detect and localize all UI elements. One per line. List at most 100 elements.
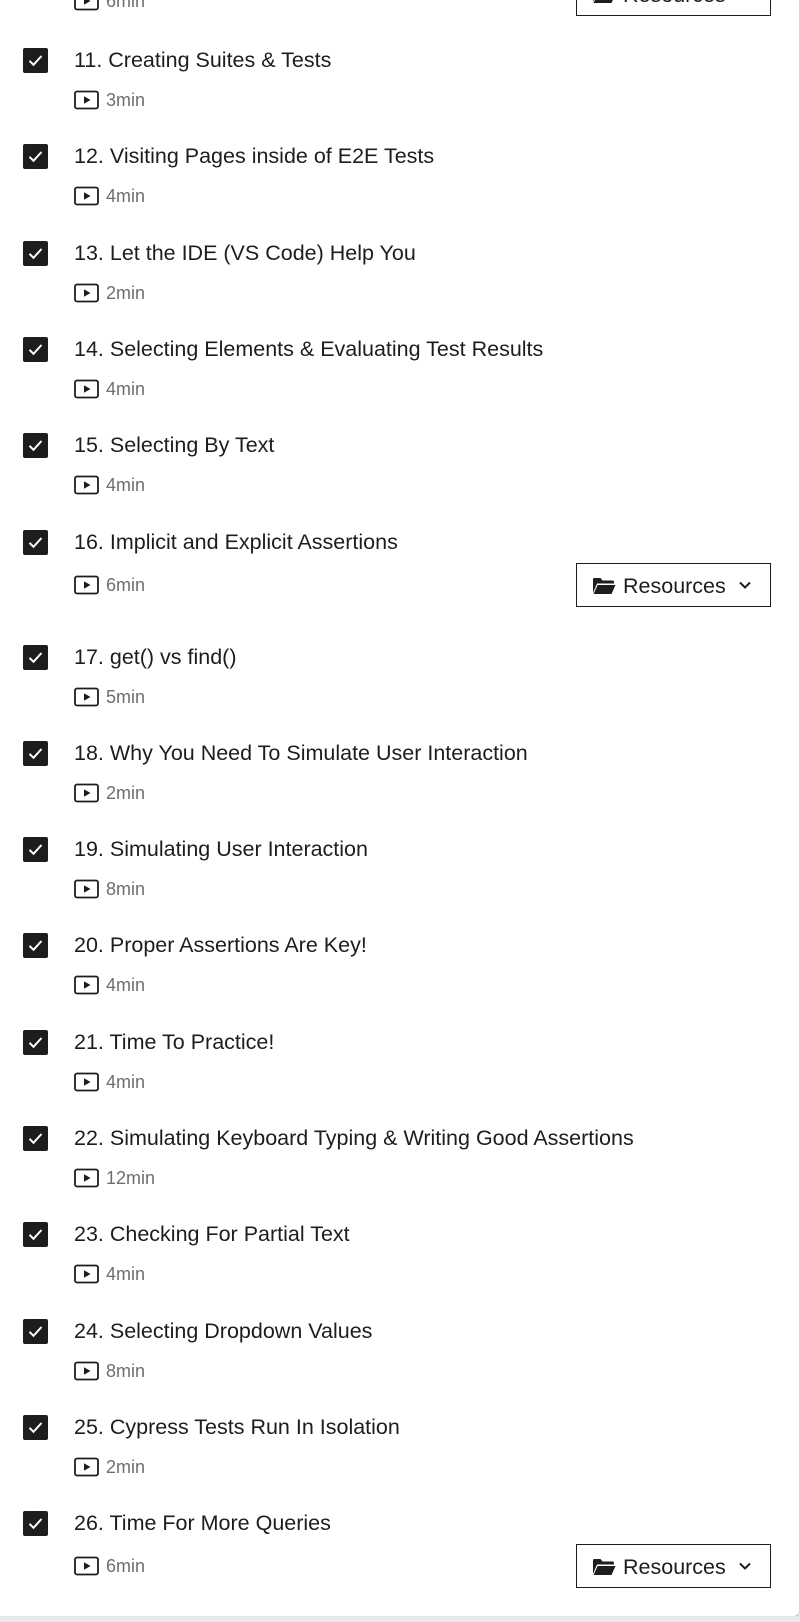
lecture-title[interactable]: 23. Checking For Partial Text xyxy=(74,1221,350,1247)
checkmark-icon xyxy=(28,536,43,548)
lecture-completed-checkbox[interactable] xyxy=(23,644,48,670)
checkmark-icon xyxy=(28,344,43,356)
resources-button[interactable]: Resources xyxy=(576,562,771,607)
course-content-page: 6min Resources 11. Creating Su xyxy=(0,0,800,1622)
lecture-title[interactable]: 20. Proper Assertions Are Key! xyxy=(74,932,367,958)
video-icon xyxy=(74,783,99,803)
video-icon xyxy=(74,475,99,495)
lecture-duration: 4min xyxy=(106,475,146,496)
lecture-completed-checkbox[interactable] xyxy=(23,336,48,362)
lecture-title[interactable]: 26. Time For More Queries xyxy=(74,1510,331,1536)
chevron-down-icon xyxy=(739,1562,751,1571)
lecture-completed-checkbox[interactable] xyxy=(23,1414,48,1440)
lecture-duration: 4min xyxy=(106,1264,146,1285)
checkmark-icon xyxy=(28,1422,43,1434)
lecture-completed-checkbox[interactable] xyxy=(23,1029,48,1055)
lecture-duration: 8min xyxy=(106,1360,146,1381)
video-icon xyxy=(74,186,99,206)
lecture-title[interactable]: 14. Selecting Elements & Evaluating Test… xyxy=(74,336,543,362)
lecture-item: 15. Selecting By Text 4min xyxy=(0,432,799,528)
lecture-duration: 3min xyxy=(106,90,146,110)
checkmark-icon xyxy=(28,1037,43,1048)
lecture-duration: 2min xyxy=(106,282,146,303)
resources-button[interactable]: Resources xyxy=(576,0,771,16)
video-icon xyxy=(74,1072,99,1092)
lecture-item: 21. Time To Practice! 4min xyxy=(0,1029,799,1125)
lecture-title[interactable]: 24. Selecting Dropdown Values xyxy=(74,1318,372,1344)
lecture-completed-checkbox[interactable] xyxy=(23,48,48,73)
lecture-item: 25. Cypress Tests Run In Isolation 2min xyxy=(0,1414,799,1510)
lecture-item: 22. Simulating Keyboard Typing & Writing… xyxy=(0,1125,799,1221)
lecture-title[interactable]: 21. Time To Practice! xyxy=(74,1029,274,1055)
checkmark-icon xyxy=(28,940,43,952)
lecture-title[interactable]: 12. Visiting Pages inside of E2E Tests xyxy=(74,143,434,169)
lecture-duration: 4min xyxy=(106,378,146,399)
lecture-completed-checkbox[interactable] xyxy=(23,933,48,959)
lecture-duration: 6min xyxy=(106,0,146,11)
video-icon xyxy=(74,687,99,706)
course-content-panel: 6min Resources 11. Creating Su xyxy=(0,0,800,1617)
resources-button-label: Resources xyxy=(623,573,726,598)
lecture-item: 20. Proper Assertions Are Key! 4min xyxy=(0,932,799,1028)
video-icon xyxy=(74,1168,99,1188)
checkmark-icon xyxy=(28,1518,43,1530)
lecture-title[interactable]: 19. Simulating User Interaction xyxy=(74,836,368,862)
video-icon xyxy=(74,379,99,399)
lecture-title[interactable]: 22. Simulating Keyboard Typing & Writing… xyxy=(74,1125,634,1151)
lecture-title[interactable]: 15. Selecting By Text xyxy=(74,432,274,458)
lecture-title[interactable]: 16. Implicit and Explicit Assertions xyxy=(74,529,398,555)
lecture-title[interactable]: 17. get() vs find() xyxy=(74,644,237,670)
lecture-completed-checkbox[interactable] xyxy=(23,837,48,863)
lecture-completed-checkbox[interactable] xyxy=(23,529,48,555)
folder-icon xyxy=(593,1559,616,1576)
video-icon xyxy=(74,1264,99,1284)
lecture-duration: 12min xyxy=(106,1168,156,1188)
page-bottom-gap xyxy=(0,1616,800,1622)
video-icon xyxy=(74,1457,99,1477)
lecture-duration: 5min xyxy=(106,686,146,707)
lecture-item: 18. Why You Need To Simulate User Intera… xyxy=(0,740,799,836)
lecture-title[interactable]: 11. Creating Suites & Tests xyxy=(74,47,331,73)
resources-button-label: Resources xyxy=(623,1555,726,1580)
checkmark-icon xyxy=(28,55,43,67)
video-icon xyxy=(74,1361,99,1380)
lecture-completed-checkbox[interactable] xyxy=(23,240,48,266)
lecture-title[interactable]: 13. Let the IDE (VS Code) Help You xyxy=(74,240,416,266)
lecture-duration: 2min xyxy=(106,782,146,803)
lecture-item: 23. Checking For Partial Text 4min xyxy=(0,1221,799,1317)
video-icon xyxy=(74,90,99,110)
checkmark-icon xyxy=(28,1133,43,1145)
lecture-item: 14. Selecting Elements & Evaluating Test… xyxy=(0,336,799,432)
lecture-list: 6min Resources 11. Creating Su xyxy=(0,0,799,1616)
video-icon xyxy=(74,283,99,302)
lecture-completed-checkbox[interactable] xyxy=(23,433,48,459)
lecture-duration: 8min xyxy=(106,879,146,900)
lecture-item: 12. Visiting Pages inside of E2E Tests 4… xyxy=(0,143,799,239)
lecture-completed-checkbox[interactable] xyxy=(23,1318,48,1344)
lecture-item: 13. Let the IDE (VS Code) Help You 2min xyxy=(0,240,799,336)
lecture-completed-checkbox[interactable] xyxy=(23,1126,48,1151)
checkmark-icon xyxy=(28,1229,43,1241)
checkmark-icon xyxy=(28,1325,43,1337)
lecture-duration: 6min xyxy=(106,1556,146,1577)
video-icon xyxy=(74,879,99,899)
video-icon xyxy=(74,975,99,995)
checkmark-icon xyxy=(28,844,43,856)
resources-button-label: Resources xyxy=(623,0,726,8)
lecture-title[interactable]: 18. Why You Need To Simulate User Intera… xyxy=(74,740,528,766)
lecture-title[interactable]: 25. Cypress Tests Run In Isolation xyxy=(74,1414,400,1440)
video-icon xyxy=(74,575,99,594)
resources-button[interactable]: Resources xyxy=(576,1544,771,1589)
chevron-down-icon xyxy=(739,581,751,589)
lecture-completed-checkbox[interactable] xyxy=(23,1222,48,1248)
lecture-duration: 4min xyxy=(106,975,146,996)
lecture-duration: 6min xyxy=(106,574,146,595)
lecture-completed-checkbox[interactable] xyxy=(23,144,48,170)
lecture-completed-checkbox[interactable] xyxy=(23,740,48,766)
checkmark-icon xyxy=(28,247,43,259)
checkmark-icon xyxy=(28,440,43,452)
lecture-duration: 4min xyxy=(106,1071,146,1092)
folder-icon xyxy=(593,0,613,3)
lecture-item: 24. Selecting Dropdown Values 8min xyxy=(0,1318,799,1414)
lecture-completed-checkbox[interactable] xyxy=(23,1511,48,1537)
